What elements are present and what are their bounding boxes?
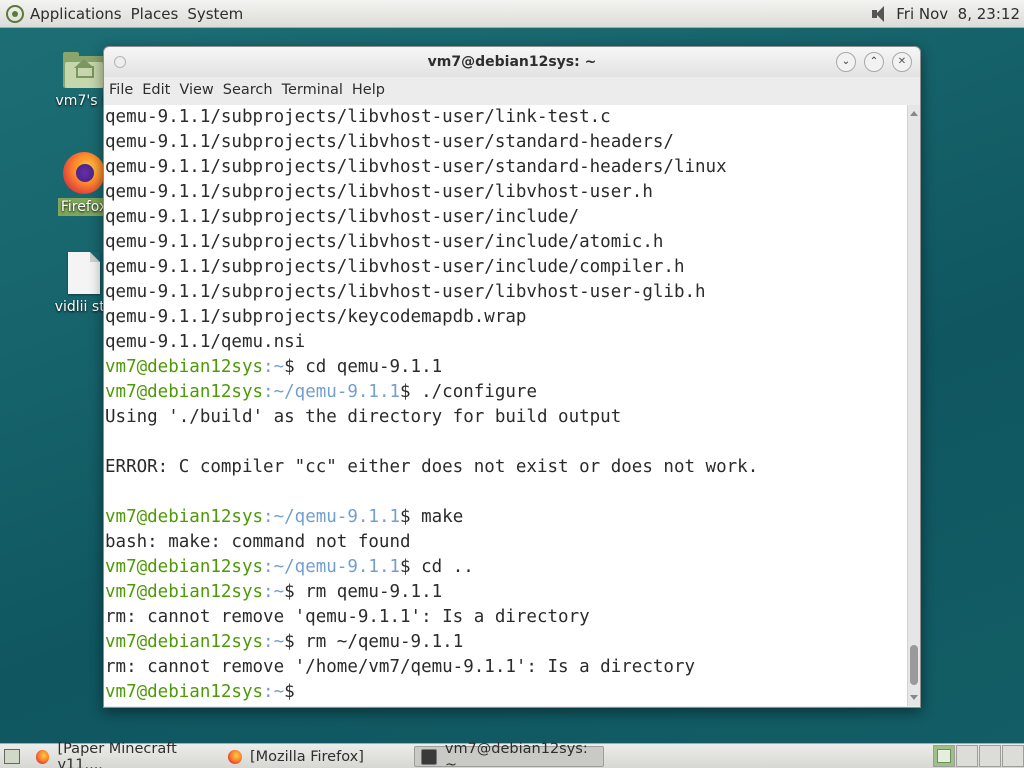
window-menubar: File Edit View Search Terminal Help [104,77,920,103]
terminal-line: ERROR: C compiler "cc" either does not e… [105,457,759,477]
terminal-line: vm7@debian12sys:~$ [104,680,908,705]
scroll-up-icon[interactable] [910,111,918,116]
prompt-path: :~/qemu-9.1.1 [263,382,401,402]
terminal-icon [421,748,437,765]
prompt-user: vm7@debian12sys [105,557,264,577]
clock[interactable]: Fri Nov 8, 23:12 [896,5,1020,23]
command-text: $ rm ~/qemu-9.1.1 [284,632,464,652]
terminal-line: qemu-9.1.1/subprojects/libvhost-user/inc… [105,257,685,277]
volume-icon[interactable] [870,5,888,23]
terminal-line: qemu-9.1.1/subprojects/libvhost-user/inc… [105,207,580,227]
command-text: $ cd .. [400,557,474,577]
terminal-scrollbar[interactable] [907,105,920,706]
menu-file[interactable]: File [109,82,133,98]
menu-system[interactable]: System [187,5,243,23]
taskbar-item-label: [Mozilla Firefox] [250,748,364,765]
window-menu-icon[interactable] [114,56,126,68]
terminal-output[interactable]: qemu-9.1.1/subprojects/libvhost-user/lin… [104,105,908,706]
terminal-line: vm7@debian12sys:~$ rm ~/qemu-9.1.1 [104,630,908,655]
prompt-user: vm7@debian12sys [105,507,264,527]
prompt-path: :~ [263,357,285,377]
menu-applications[interactable]: Applications [30,5,122,23]
scrollbar-thumb[interactable] [910,645,918,685]
taskbar-item-terminal[interactable]: vm7@debian12sys: ~ [414,741,604,768]
window-title: vm7@debian12sys: ~ [427,54,597,70]
firefox-icon [36,749,50,764]
menu-view[interactable]: View [179,82,213,98]
terminal-window[interactable]: vm7@debian12sys: ~ ⌄ ⌃ ✕ File Edit View … [103,46,921,708]
menu-help[interactable]: Help [352,82,385,98]
firefox-icon [228,749,242,764]
bottom-panel: [Paper Minecraft v11.... [Mozilla Firefo… [0,741,1024,768]
firefox-icon [63,152,105,194]
workspace-4[interactable] [1002,745,1024,767]
scroll-down-icon[interactable] [910,695,918,700]
workspace-1[interactable] [933,745,955,767]
taskbar-item-firefox[interactable]: [Mozilla Firefox] [222,746,412,767]
terminal-line: qemu-9.1.1/subprojects/libvhost-user/lin… [105,107,611,127]
command-text: $ make [400,507,464,527]
command-text: $ rm qemu-9.1.1 [284,582,443,602]
terminal-line: qemu-9.1.1/subprojects/libvhost-user/lib… [105,282,706,302]
taskbar-item-label: vm7@debian12sys: ~ [444,740,588,768]
taskbar-item-label: [Paper Minecraft v11.... [57,740,177,768]
terminal-line: rm: cannot remove '/home/vm7/qemu-9.1.1'… [105,657,696,677]
prompt-user: vm7@debian12sys [105,632,264,652]
terminal-line: bash: make: command not found [105,532,411,552]
menu-edit[interactable]: Edit [142,82,170,98]
menu-terminal[interactable]: Terminal [282,82,343,98]
terminal-line: vm7@debian12sys:~$ cd qemu-9.1.1 [104,355,908,380]
show-desktop-icon[interactable] [4,749,20,764]
prompt-path: :~ [263,632,285,652]
terminal-line: rm: cannot remove 'qemu-9.1.1': Is a dir… [105,607,590,627]
workspace-switcher [932,745,1024,767]
window-titlebar[interactable]: vm7@debian12sys: ~ ⌄ ⌃ ✕ [104,47,920,77]
minimize-button[interactable]: ⌄ [836,52,856,72]
terminal-line: qemu-9.1.1/subprojects/libvhost-user/lib… [105,182,653,202]
terminal-line: vm7@debian12sys:~$ rm qemu-9.1.1 [104,580,908,605]
terminal-line: vm7@debian12sys:~/qemu-9.1.1$ ./configur… [104,380,908,405]
command-text: $ ./configure [400,382,537,402]
debian-logo-icon[interactable] [6,4,24,23]
menu-places[interactable]: Places [131,5,179,23]
workspace-3[interactable] [979,745,1001,767]
prompt-path: :~/qemu-9.1.1 [263,557,401,577]
menu-search[interactable]: Search [223,82,273,98]
terminal-line: qemu-9.1.1/subprojects/libvhost-user/inc… [105,232,664,252]
terminal-line: qemu-9.1.1/subprojects/libvhost-user/sta… [105,132,674,152]
prompt-path: :~ [263,582,285,602]
close-button[interactable]: ✕ [892,52,912,72]
workspace-2[interactable] [956,745,978,767]
terminal-line: vm7@debian12sys:~/qemu-9.1.1$ cd .. [104,555,908,580]
terminal-line: vm7@debian12sys:~/qemu-9.1.1$ make [104,505,908,530]
maximize-button[interactable]: ⌃ [864,52,884,72]
top-panel: Applications Places System Fri Nov 8, 23… [0,0,1024,28]
home-folder-icon [63,52,105,88]
command-text: $ [284,682,306,702]
prompt-user: vm7@debian12sys [105,382,264,402]
taskbar-item-minecraft[interactable]: [Paper Minecraft v11.... [30,741,220,768]
terminal-line: qemu-9.1.1/qemu.nsi [105,332,306,352]
terminal-line: Using './build' as the directory for bui… [105,407,622,427]
prompt-user: vm7@debian12sys [105,682,264,702]
file-icon [68,252,100,294]
terminal-line: qemu-9.1.1/subprojects/keycodemapdb.wrap [105,307,527,327]
prompt-path: :~ [263,682,285,702]
prompt-user: vm7@debian12sys [105,357,264,377]
prompt-user: vm7@debian12sys [105,582,264,602]
terminal-line: qemu-9.1.1/subprojects/libvhost-user/sta… [105,157,727,177]
prompt-path: :~/qemu-9.1.1 [263,507,401,527]
command-text: $ cd qemu-9.1.1 [284,357,443,377]
panel-tray: Fri Nov 8, 23:12 [870,0,1020,27]
